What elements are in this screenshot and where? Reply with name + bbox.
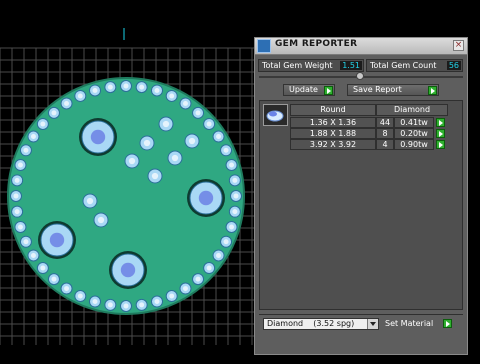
splitter-handle[interactable] — [356, 72, 364, 80]
gem[interactable] — [11, 174, 24, 187]
gem[interactable] — [228, 205, 241, 218]
gem[interactable] — [135, 81, 148, 94]
gem-table: Round Diamond 1.36 X 1.36 44 0.41tw 1.88… — [259, 100, 463, 310]
gem[interactable] — [150, 295, 163, 308]
green-arrow-icon — [443, 319, 452, 328]
row-count: 44 — [376, 117, 394, 128]
gem[interactable] — [220, 235, 233, 248]
gem[interactable] — [179, 282, 192, 295]
green-arrow-icon[interactable] — [436, 129, 445, 138]
gem[interactable] — [19, 235, 32, 248]
gem[interactable] — [220, 144, 233, 157]
gem[interactable] — [225, 220, 238, 233]
chevron-down-icon[interactable] — [367, 319, 378, 329]
gem[interactable] — [27, 249, 40, 262]
diamond-thumbnail-icon[interactable] — [263, 104, 288, 126]
row-size: 3.92 X 3.92 — [290, 139, 376, 150]
gem[interactable] — [212, 249, 225, 262]
gem[interactable] — [124, 153, 140, 169]
title-bar[interactable]: GEM REPORTER × — [255, 38, 467, 55]
header-material: Diamond — [376, 104, 448, 116]
total-count-box: Total Gem Count 56 — [366, 59, 463, 72]
large-gem[interactable] — [187, 179, 225, 217]
total-weight-box: Total Gem Weight 1.51 — [258, 59, 364, 72]
total-weight-value: 1.51 — [340, 61, 362, 70]
gem[interactable] — [60, 97, 73, 110]
gem[interactable] — [192, 273, 205, 286]
gem-reporter-icon — [257, 39, 271, 53]
green-arrow-icon — [428, 86, 437, 95]
gem[interactable] — [135, 298, 148, 311]
gem[interactable] — [10, 190, 22, 202]
gem[interactable] — [225, 159, 238, 172]
gem[interactable] — [36, 117, 49, 130]
gem[interactable] — [27, 130, 40, 143]
large-gem[interactable] — [79, 118, 117, 156]
gem[interactable] — [47, 106, 60, 119]
large-gem[interactable] — [109, 251, 147, 289]
gem[interactable] — [104, 81, 117, 94]
gem[interactable] — [60, 282, 73, 295]
divider — [259, 314, 463, 315]
gem[interactable] — [89, 84, 102, 97]
total-weight-label: Total Gem Weight — [262, 61, 333, 70]
gem[interactable] — [147, 168, 163, 184]
panel-title: GEM REPORTER — [275, 39, 358, 49]
gem[interactable] — [19, 144, 32, 157]
total-count-label: Total Gem Count — [370, 61, 437, 70]
row-size: 1.36 X 1.36 — [290, 117, 376, 128]
gem[interactable] — [14, 159, 27, 172]
gem[interactable] — [167, 150, 183, 166]
gem[interactable] — [74, 290, 87, 303]
gem[interactable] — [11, 205, 24, 218]
gem[interactable] — [203, 117, 216, 130]
gem[interactable] — [139, 135, 155, 151]
header-shape: Round — [290, 104, 376, 116]
large-gem[interactable] — [38, 221, 76, 259]
save-report-label: Save Report — [353, 85, 402, 94]
gem[interactable] — [36, 262, 49, 275]
set-material-label: Set Material — [385, 319, 434, 328]
row-count: 4 — [376, 139, 394, 150]
gem[interactable] — [89, 295, 102, 308]
gem[interactable] — [104, 298, 117, 311]
gem[interactable] — [158, 116, 174, 132]
gem-reporter-panel: GEM REPORTER × Total Gem Weight 1.51 Tot… — [254, 37, 468, 355]
gem[interactable] — [179, 97, 192, 110]
gem[interactable] — [74, 89, 87, 102]
gem[interactable] — [230, 190, 242, 202]
material-select-value: Diamond (3.52 spg) — [267, 319, 355, 328]
gem[interactable] — [14, 220, 27, 233]
gem[interactable] — [228, 174, 241, 187]
gem[interactable] — [165, 89, 178, 102]
gem[interactable] — [47, 273, 60, 286]
row-weight: 0.20tw — [394, 128, 434, 139]
row-weight: 0.90tw — [394, 139, 434, 150]
green-arrow-icon — [324, 86, 333, 95]
green-arrow-icon[interactable] — [436, 140, 445, 149]
material-select[interactable]: Diamond (3.52 spg) — [263, 318, 379, 330]
gem[interactable] — [150, 84, 163, 97]
close-icon[interactable]: × — [453, 40, 464, 51]
update-button[interactable]: Update — [283, 84, 335, 96]
gem[interactable] — [120, 80, 132, 92]
set-material-button[interactable]: Set Material — [385, 318, 452, 330]
gem[interactable] — [120, 300, 132, 312]
save-report-button[interactable]: Save Report — [347, 84, 439, 96]
gem[interactable] — [82, 193, 98, 209]
gem[interactable] — [212, 130, 225, 143]
gem[interactable] — [192, 106, 205, 119]
gem[interactable] — [184, 133, 200, 149]
row-size: 1.88 X 1.88 — [290, 128, 376, 139]
gem[interactable] — [203, 262, 216, 275]
total-count-value: 56 — [446, 61, 461, 70]
row-count: 8 — [376, 128, 394, 139]
gem[interactable] — [93, 212, 109, 228]
gem[interactable] — [165, 290, 178, 303]
green-arrow-icon[interactable] — [436, 118, 445, 127]
row-weight: 0.41tw — [394, 117, 434, 128]
update-label: Update — [289, 85, 318, 94]
